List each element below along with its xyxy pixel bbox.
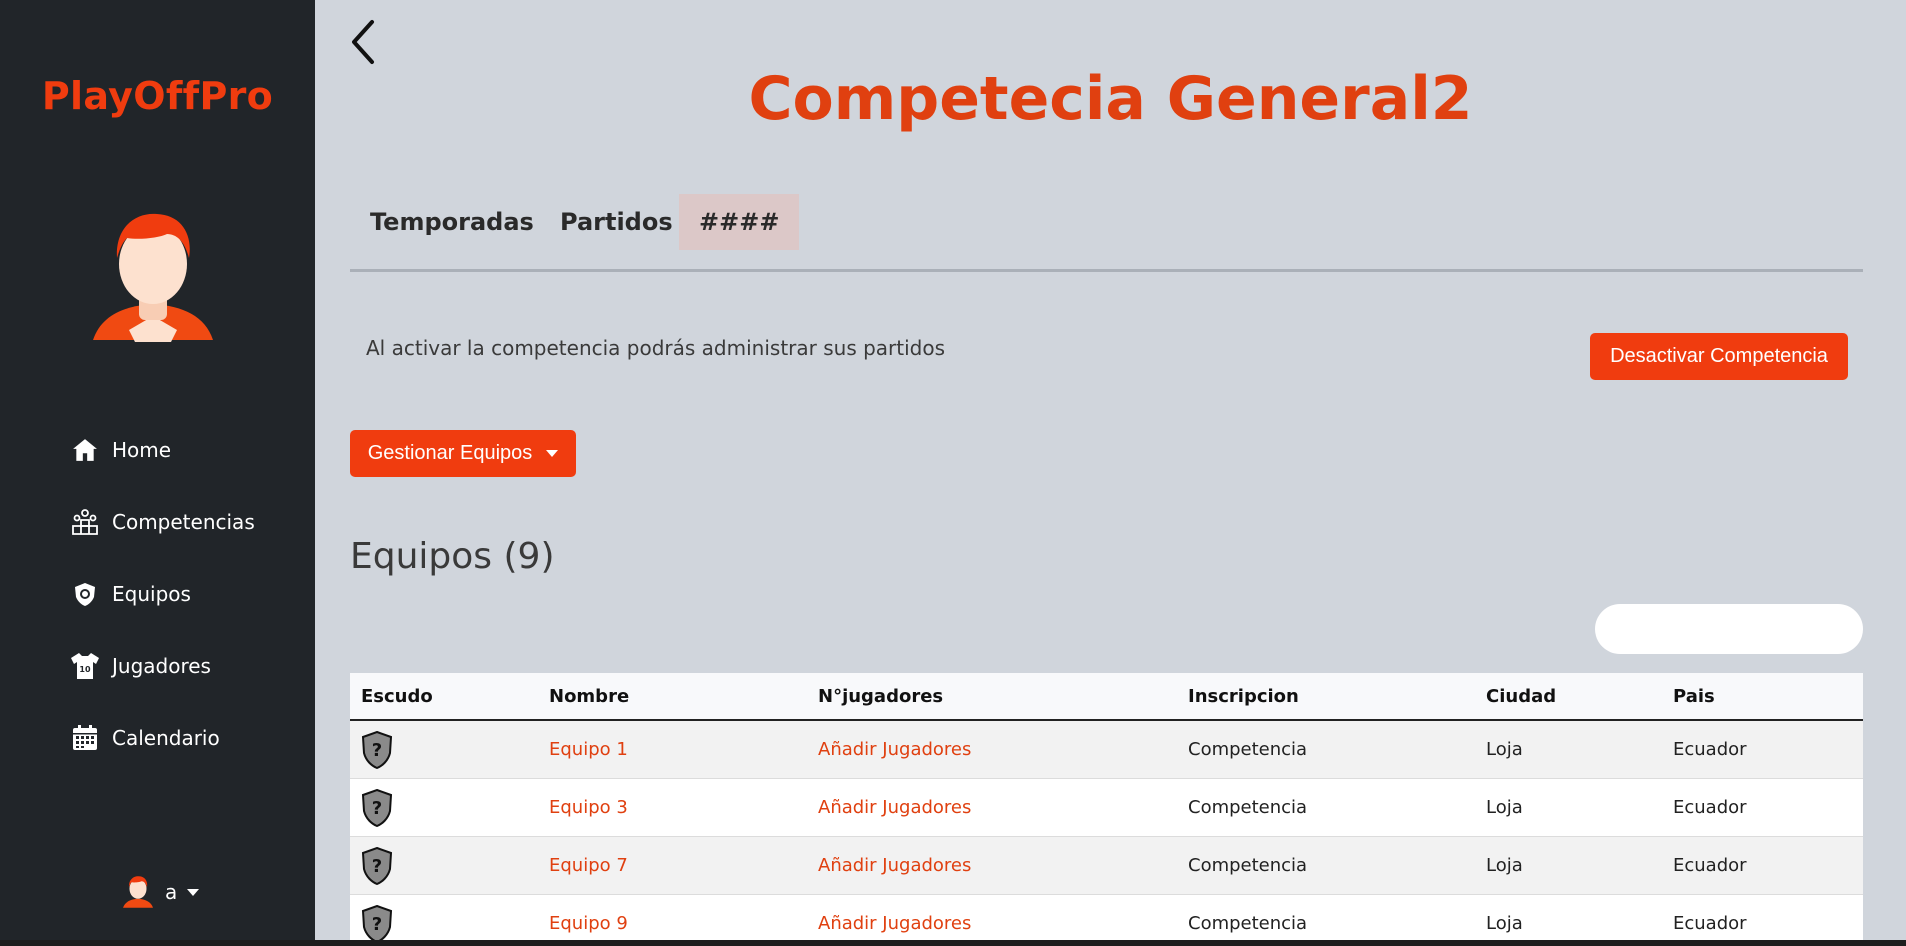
user-name: a: [165, 880, 178, 904]
profile-avatar-icon: [93, 213, 213, 342]
sidebar-item-label: Equipos: [112, 582, 191, 606]
svg-text:?: ?: [372, 856, 382, 877]
add-players-link[interactable]: Añadir Jugadores: [807, 913, 1177, 934]
column-header: N°jugadores: [818, 685, 944, 707]
back-arrow-icon[interactable]: [348, 18, 378, 66]
registration-cell: Competencia: [1188, 797, 1308, 818]
column-header: Ciudad: [1486, 685, 1557, 707]
search-input[interactable]: [1595, 604, 1863, 654]
tab-partidos[interactable]: Partidos: [540, 194, 693, 250]
city-cell: Loja: [1486, 855, 1523, 876]
table-row: ? Equipo 3 Añadir Jugadores Competencia …: [350, 779, 1863, 837]
column-header: Escudo: [361, 685, 433, 707]
country-cell: Ecuador: [1673, 739, 1747, 760]
registration-cell: Competencia: [1188, 913, 1308, 934]
crest-cell: ?: [350, 730, 538, 769]
teams-section-title: Equipos (9): [350, 536, 555, 577]
tab-bar: Temporadas Partidos ####: [350, 194, 1863, 272]
sidebar-item-calendario[interactable]: Calendario: [70, 702, 255, 774]
add-players-link[interactable]: Añadir Jugadores: [807, 855, 1177, 876]
team-name-link[interactable]: Equipo 7: [538, 855, 807, 876]
chevron-down-icon: [187, 888, 200, 896]
teams-table: Escudo Nombre N°jugadores Inscripcion Ci…: [350, 673, 1863, 946]
window-bottom-edge: [0, 940, 1906, 946]
sidebar-item-label: Competencias: [112, 510, 255, 534]
team-crest-placeholder-icon: ?: [361, 788, 393, 827]
team-crest-placeholder-icon: ?: [361, 904, 393, 943]
sidebar-item-label: Jugadores: [112, 654, 211, 678]
team-name-link[interactable]: Equipo 1: [538, 739, 807, 760]
crest-cell: ?: [350, 904, 538, 943]
svg-text:?: ?: [372, 914, 382, 935]
sidebar-item-label: Home: [112, 438, 172, 462]
manage-teams-label: Gestionar Equipos: [367, 442, 533, 464]
tab-temporadas[interactable]: Temporadas: [350, 194, 554, 250]
country-cell: Ecuador: [1673, 913, 1747, 934]
sidebar-item-equipos[interactable]: Equipos: [70, 558, 255, 630]
country-cell: Ecuador: [1673, 855, 1747, 876]
sidebar: PlayOffPro Home Competencias Equipos 10 …: [0, 0, 315, 946]
team-crest-placeholder-icon: ?: [361, 730, 393, 769]
page-title-text: Competecia General2: [748, 64, 1473, 134]
table-header: Escudo Nombre N°jugadores Inscripcion Ci…: [350, 673, 1863, 721]
podium-icon: [70, 507, 100, 537]
team-name-link[interactable]: Equipo 9: [538, 913, 807, 934]
column-header: Pais: [1673, 685, 1715, 707]
team-name-link[interactable]: Equipo 3: [538, 797, 807, 818]
crest-cell: ?: [350, 846, 538, 885]
svg-text:?: ?: [372, 798, 382, 819]
sidebar-item-label: Calendario: [112, 726, 220, 750]
country-cell: Ecuador: [1673, 797, 1747, 818]
sidebar-item-home[interactable]: Home: [70, 414, 255, 486]
city-cell: Loja: [1486, 913, 1523, 934]
table-row: ? Equipo 9 Añadir Jugadores Competencia …: [350, 895, 1863, 946]
activation-info-text: Al activar la competencia podrás adminis…: [366, 336, 946, 360]
tab-hash[interactable]: ####: [679, 194, 800, 250]
deactivate-competition-button[interactable]: Desactivar Competencia: [1590, 333, 1848, 380]
svg-text:10: 10: [79, 665, 91, 674]
user-avatar-icon: [123, 876, 153, 908]
user-menu[interactable]: a: [123, 874, 200, 910]
add-players-link[interactable]: Añadir Jugadores: [807, 739, 1177, 760]
manage-teams-dropdown-button[interactable]: Gestionar Equipos: [350, 430, 576, 477]
city-cell: Loja: [1486, 797, 1523, 818]
city-cell: Loja: [1486, 739, 1523, 760]
calendar-icon: [70, 723, 100, 753]
team-badge-icon: [70, 579, 100, 609]
sidebar-item-jugadores[interactable]: 10 Jugadores: [70, 630, 255, 702]
svg-text:?: ?: [372, 740, 382, 761]
jersey-icon: 10: [70, 651, 100, 681]
crest-cell: ?: [350, 788, 538, 827]
chevron-down-icon: [546, 450, 559, 457]
page-title: Competecia General2: [315, 64, 1906, 134]
column-header: Inscripcion: [1188, 685, 1299, 707]
table-row: ? Equipo 1 Añadir Jugadores Competencia …: [350, 721, 1863, 779]
sidebar-nav: Home Competencias Equipos 10 Jugadores C…: [70, 414, 255, 774]
table-row: ? Equipo 7 Añadir Jugadores Competencia …: [350, 837, 1863, 895]
registration-cell: Competencia: [1188, 855, 1308, 876]
brand-logo[interactable]: PlayOffPro: [0, 74, 315, 118]
sidebar-item-competencias[interactable]: Competencias: [70, 486, 255, 558]
registration-cell: Competencia: [1188, 739, 1308, 760]
team-crest-placeholder-icon: ?: [361, 846, 393, 885]
home-icon: [70, 435, 100, 465]
add-players-link[interactable]: Añadir Jugadores: [807, 797, 1177, 818]
column-header: Nombre: [549, 685, 630, 707]
